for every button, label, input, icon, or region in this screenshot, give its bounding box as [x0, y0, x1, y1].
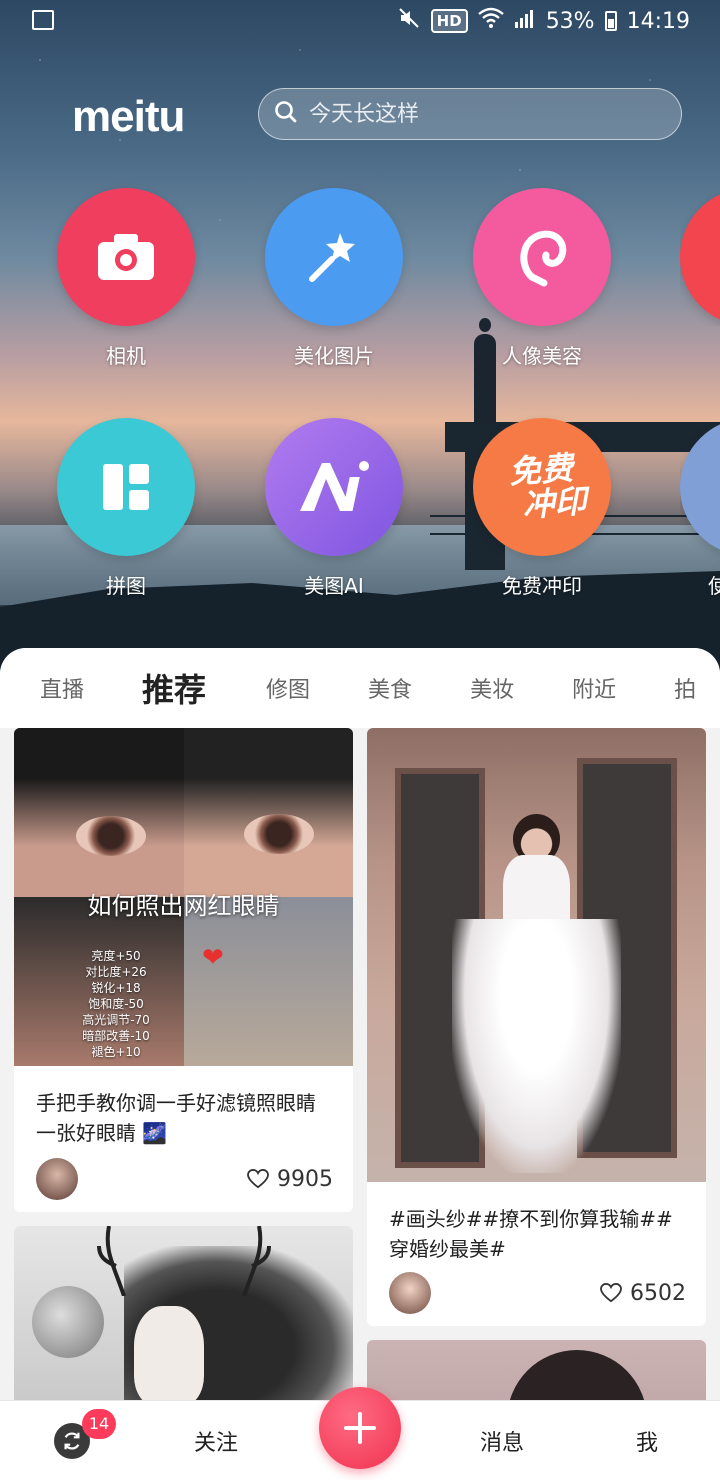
feed-card[interactable]: 如何照出网红眼睛 亮度+50 对比度+26 锐化+18 饱和度-50 高光调节-…	[14, 728, 353, 1212]
battery-icon	[604, 11, 617, 31]
collage-icon	[57, 418, 195, 556]
category-tabs: 直播 推荐 修图 美食 美妆 附近 拍	[0, 648, 720, 728]
card-meta: 9905	[36, 1158, 333, 1200]
avatar[interactable]	[389, 1272, 431, 1314]
adjust-item: 对比度+26	[85, 965, 147, 979]
print-icon: 免费 冲印	[473, 418, 611, 556]
like-count: 6502	[630, 1280, 686, 1306]
battery-percent: 53%	[545, 8, 595, 34]
feature-free-print[interactable]: 免费 冲印 免费冲印	[472, 418, 612, 599]
feed-card[interactable]: #画头纱##撩不到你算我输##穿婚纱最美# 6502	[367, 728, 706, 1326]
feature-collage[interactable]: 拼图	[56, 418, 196, 599]
search-input[interactable]	[309, 101, 649, 127]
clock: 14:19	[626, 8, 690, 34]
card-caption: 手把手教你调一手好滤镜照眼睛一张好眼睛 🌌	[36, 1091, 316, 1145]
like-button[interactable]: 6502	[600, 1281, 686, 1306]
tab-food[interactable]: 美食	[368, 672, 412, 704]
feature-label: 免费冲印	[502, 574, 582, 598]
gallery-icon	[32, 10, 54, 30]
card-caption: #画头纱##撩不到你算我输##穿婚纱最美#	[389, 1207, 673, 1261]
card-meta: 6502	[389, 1272, 686, 1314]
like-button[interactable]: 9905	[247, 1167, 333, 1192]
create-button[interactable]	[319, 1387, 401, 1469]
feature-label: 美化图片	[294, 344, 374, 368]
status-bar: HD 53% 14:19	[0, 0, 720, 42]
signal-icon	[514, 7, 536, 35]
tab-live[interactable]: 直播	[40, 672, 84, 704]
ai-icon	[265, 418, 403, 556]
tab-recommended[interactable]: 推荐	[142, 665, 206, 711]
tab-makeup[interactable]: 美妆	[470, 672, 514, 704]
feature-label: 使	[708, 574, 720, 598]
camera-icon	[57, 188, 195, 326]
magic-wand-icon	[265, 188, 403, 326]
partial-icon	[680, 418, 720, 556]
search-bar[interactable]	[258, 88, 682, 140]
feature-portrait[interactable]: 人像美容	[472, 188, 612, 369]
feature-partial-top[interactable]	[680, 188, 720, 326]
search-icon	[273, 99, 299, 129]
feature-beautify[interactable]: 美化图片	[264, 188, 404, 369]
adjust-item: 饱和度-50	[88, 997, 144, 1011]
feature-label: 拼图	[106, 574, 146, 598]
adjustment-list: 亮度+50 对比度+26 锐化+18 饱和度-50 高光调节-70 暗部改善-1…	[76, 948, 156, 1060]
nav-messages[interactable]: 消息	[480, 1425, 524, 1457]
tab-retouch[interactable]: 修图	[266, 672, 310, 704]
mute-icon	[397, 6, 421, 36]
mascot-icon	[680, 188, 720, 326]
tab-more[interactable]: 拍	[674, 672, 696, 704]
plus-icon	[344, 1412, 376, 1444]
adjust-item: 暗部改善-10	[82, 1029, 150, 1043]
refresh-icon	[64, 1432, 80, 1450]
tab-nearby[interactable]: 附近	[572, 672, 616, 704]
adjust-item: 褪色+10	[91, 1045, 141, 1059]
feed-panel: 直播 推荐 修图 美食 美妆 附近 拍 如何照出网红眼睛 亮度+50 对比度+2…	[0, 648, 720, 1480]
card-image: 如何照出网红眼睛 亮度+50 对比度+26 锐化+18 饱和度-50 高光调节-…	[14, 728, 353, 1066]
feature-meitu-ai[interactable]: 美图AI	[264, 418, 404, 599]
feature-camera[interactable]: 相机	[56, 188, 196, 369]
feature-label: 相机	[106, 344, 146, 368]
heart-icon	[247, 1169, 269, 1189]
like-count: 9905	[277, 1166, 333, 1192]
card-overlay-title: 如何照出网红眼睛	[87, 892, 280, 920]
moon	[32, 1286, 104, 1358]
feature-partial-bottom[interactable]: 使	[680, 418, 720, 599]
feature-label: 人像美容	[502, 344, 582, 368]
nav-me[interactable]: 我	[636, 1425, 658, 1457]
adjust-item: 锐化+18	[91, 981, 141, 995]
adjust-item: 高光调节-70	[82, 1013, 150, 1027]
portrait-icon	[473, 188, 611, 326]
nav-follow[interactable]: 关注	[194, 1425, 238, 1457]
heart-icon	[600, 1283, 622, 1303]
antlers-icon	[97, 1226, 271, 1296]
free-print-badge-text: 免费 冲印	[498, 448, 588, 526]
feature-label: 美图AI	[304, 574, 364, 598]
meitu-logo: meitu	[72, 92, 185, 141]
card-image	[367, 728, 706, 1182]
wifi-icon	[477, 7, 504, 35]
hd-badge: HD	[430, 9, 468, 33]
bottom-nav: 14 关注 消息 我	[0, 1387, 720, 1480]
avatar[interactable]	[36, 1158, 78, 1200]
adjust-item: 亮度+50	[91, 949, 141, 963]
heart-sticker-icon: ❤	[202, 943, 224, 973]
notification-badge: 14	[82, 1409, 116, 1439]
